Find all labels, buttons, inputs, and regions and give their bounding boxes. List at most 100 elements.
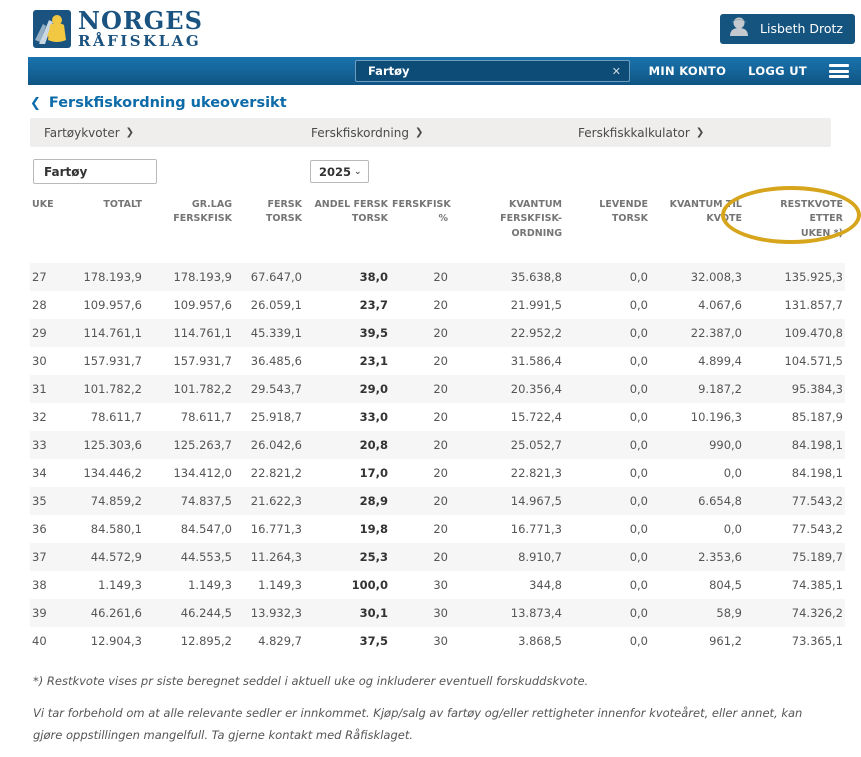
table-cell: 16.771,3 — [450, 515, 564, 543]
table-cell: 84.580,1 — [64, 515, 144, 543]
table-cell: 0,0 — [650, 515, 744, 543]
logo-line1: NORGES — [78, 9, 203, 33]
table-cell: 0,0 — [564, 627, 650, 655]
table-cell: 20 — [390, 543, 450, 571]
table-cell: 39,5 — [304, 319, 390, 347]
table-cell: 8.910,7 — [450, 543, 564, 571]
table-row: 33125.303,6125.263,726.042,620,82025.052… — [30, 431, 845, 459]
table-cell: 20 — [390, 487, 450, 515]
table-body: 27178.193,9178.193,967.647,038,02035.638… — [30, 263, 845, 655]
table-cell: 131.857,7 — [744, 291, 845, 319]
table-cell: 20 — [390, 431, 450, 459]
table-cell: 4.067,6 — [650, 291, 744, 319]
table-cell: 125.303,6 — [64, 431, 144, 459]
table-cell: 32.008,3 — [650, 263, 744, 291]
table-cell: 125.263,7 — [144, 431, 234, 459]
table-cell: 26.059,1 — [234, 291, 304, 319]
footnote-forbehold: Vi tar forbehold om at alle relevante se… — [33, 703, 831, 747]
logo[interactable]: NORGES RÅFISKLAG — [33, 9, 203, 49]
table-cell: 28 — [30, 291, 64, 319]
table-cell: 961,2 — [650, 627, 744, 655]
search-input[interactable] — [368, 64, 606, 78]
table-cell: 21.622,3 — [234, 487, 304, 515]
footnotes: *) Restkvote vises pr siste beregnet sed… — [33, 671, 831, 747]
table-cell: 39 — [30, 599, 64, 627]
table-cell: 0,0 — [650, 459, 744, 487]
table-cell: 34 — [30, 459, 64, 487]
table-cell: 46.261,6 — [64, 599, 144, 627]
table-cell: 114.761,1 — [64, 319, 144, 347]
table-cell: 135.925,3 — [744, 263, 845, 291]
search-clear-icon[interactable]: ✕ — [612, 65, 621, 78]
table-row: 3574.859,274.837,521.622,328,92014.967,5… — [30, 487, 845, 515]
table-cell: 30,1 — [304, 599, 390, 627]
table-cell: 20 — [390, 347, 450, 375]
logo-text: NORGES RÅFISKLAG — [78, 9, 203, 49]
table-row: 3744.572,944.553,511.264,325,3208.910,70… — [30, 543, 845, 571]
table-cell: 74.837,5 — [144, 487, 234, 515]
table-cell: 31.586,4 — [450, 347, 564, 375]
nav-link-logg-ut[interactable]: LOGG UT — [748, 64, 807, 78]
table-cell: 4.829,7 — [234, 627, 304, 655]
table-cell: 20 — [390, 319, 450, 347]
chevron-right-icon: ❯ — [696, 127, 704, 138]
back-chevron-icon[interactable]: ❮ — [30, 96, 41, 111]
table-row: 3684.580,184.547,016.771,319,82016.771,3… — [30, 515, 845, 543]
table-cell: 157.931,7 — [64, 347, 144, 375]
col-totalt: TOTALT — [64, 194, 144, 263]
search-box[interactable]: ✕ — [355, 60, 630, 82]
user-name: Lisbeth Drotz — [760, 21, 843, 36]
year-select[interactable]: 2025 ⌄ — [310, 160, 369, 183]
table-cell: 16.771,3 — [234, 515, 304, 543]
table-cell: 3.868,5 — [450, 627, 564, 655]
table-cell: 23,7 — [304, 291, 390, 319]
table-cell: 0,0 — [564, 403, 650, 431]
table-row: 29114.761,1114.761,145.339,139,52022.952… — [30, 319, 845, 347]
page-title[interactable]: Ferskfiskordning ukeoversikt — [49, 95, 287, 111]
table-cell: 46.244,5 — [144, 599, 234, 627]
table-cell: 101.782,2 — [64, 375, 144, 403]
table-cell: 78.611,7 — [144, 403, 234, 431]
table-cell: 9.187,2 — [650, 375, 744, 403]
col-ferskfisk-pct: FERSKFISK % — [390, 194, 450, 263]
tab-label: Ferskfiskkalkulator — [578, 126, 690, 140]
breadcrumb[interactable]: ❮ Ferskfiskordning ukeoversikt — [30, 95, 861, 111]
table-cell: 37,5 — [304, 627, 390, 655]
user-badge[interactable]: Lisbeth Drotz — [720, 14, 855, 44]
table-cell: 35.638,8 — [450, 263, 564, 291]
table-cell: 36.485,6 — [234, 347, 304, 375]
table-cell: 104.571,5 — [744, 347, 845, 375]
table-cell: 29 — [30, 319, 64, 347]
tab-label: Ferskfiskordning — [311, 126, 409, 140]
main-navbar: ✕ HJEM MIN KONTO LOGG UT — [28, 57, 861, 85]
table-cell: 40 — [30, 627, 64, 655]
fartoy-select[interactable]: Fartøy — [33, 159, 157, 184]
table-cell: 1.149,3 — [144, 571, 234, 599]
table-cell: 20 — [390, 403, 450, 431]
table-cell: 20 — [390, 515, 450, 543]
table-row: 27178.193,9178.193,967.647,038,02035.638… — [30, 263, 845, 291]
nav-link-min-konto[interactable]: MIN KONTO — [649, 64, 726, 78]
table-row: 30157.931,7157.931,736.485,623,12031.586… — [30, 347, 845, 375]
table-cell: 13.932,3 — [234, 599, 304, 627]
table-cell: 58,9 — [650, 599, 744, 627]
col-fersk-torsk: FERSK TORSK — [234, 194, 304, 263]
table-cell: 75.189,7 — [744, 543, 845, 571]
top-header: NORGES RÅFISKLAG Lisbeth Drotz — [0, 0, 861, 57]
table-row: 34134.446,2134.412,022.821,217,02022.821… — [30, 459, 845, 487]
table-cell: 20.356,4 — [450, 375, 564, 403]
table-cell: 0,0 — [564, 347, 650, 375]
table-cell: 178.193,9 — [144, 263, 234, 291]
table-cell: 101.782,2 — [144, 375, 234, 403]
hamburger-icon[interactable] — [829, 64, 849, 78]
table-cell: 30 — [390, 599, 450, 627]
col-restkvote-etter-uken: RESTKVOTE ETTER UKEN *) — [744, 194, 845, 263]
table-cell: 33,0 — [304, 403, 390, 431]
table-cell: 77.543,2 — [744, 515, 845, 543]
tab-ferskfiskkalkulator[interactable]: Ferskfiskkalkulator ❯ — [564, 118, 831, 147]
tab-fartoykvoter[interactable]: Fartøykvoter ❯ — [30, 118, 297, 147]
table-cell: 77.543,2 — [744, 487, 845, 515]
table-cell: 22.821,3 — [450, 459, 564, 487]
table-cell: 29,0 — [304, 375, 390, 403]
tab-ferskfiskordning[interactable]: Ferskfiskordning ❯ — [297, 118, 564, 147]
